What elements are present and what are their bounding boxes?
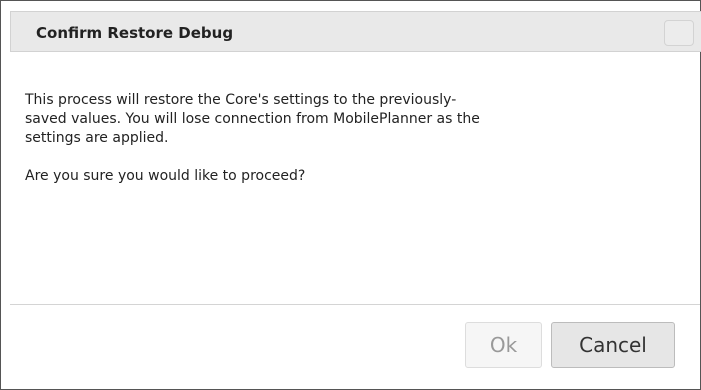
message-line: settings are applied. [25,130,169,146]
dialog-message: This process will restore the Core's set… [25,91,665,186]
footer-divider [10,304,700,305]
close-button[interactable] [664,20,694,46]
message-line: saved values. You will lose connection f… [25,111,480,127]
dialog-titlebar[interactable]: Confirm Restore Debug [10,11,701,52]
message-line: This process will restore the Core's set… [25,92,457,108]
message-paragraph: This process will restore the Core's set… [25,91,665,148]
confirmation-question: Are you sure you would like to proceed? [25,168,306,184]
dialog-title: Confirm Restore Debug [36,24,234,42]
ok-button[interactable]: Ok [465,322,542,368]
cancel-button[interactable]: Cancel [551,322,675,368]
confirm-restore-dialog: Confirm Restore Debug This process will … [0,0,701,390]
